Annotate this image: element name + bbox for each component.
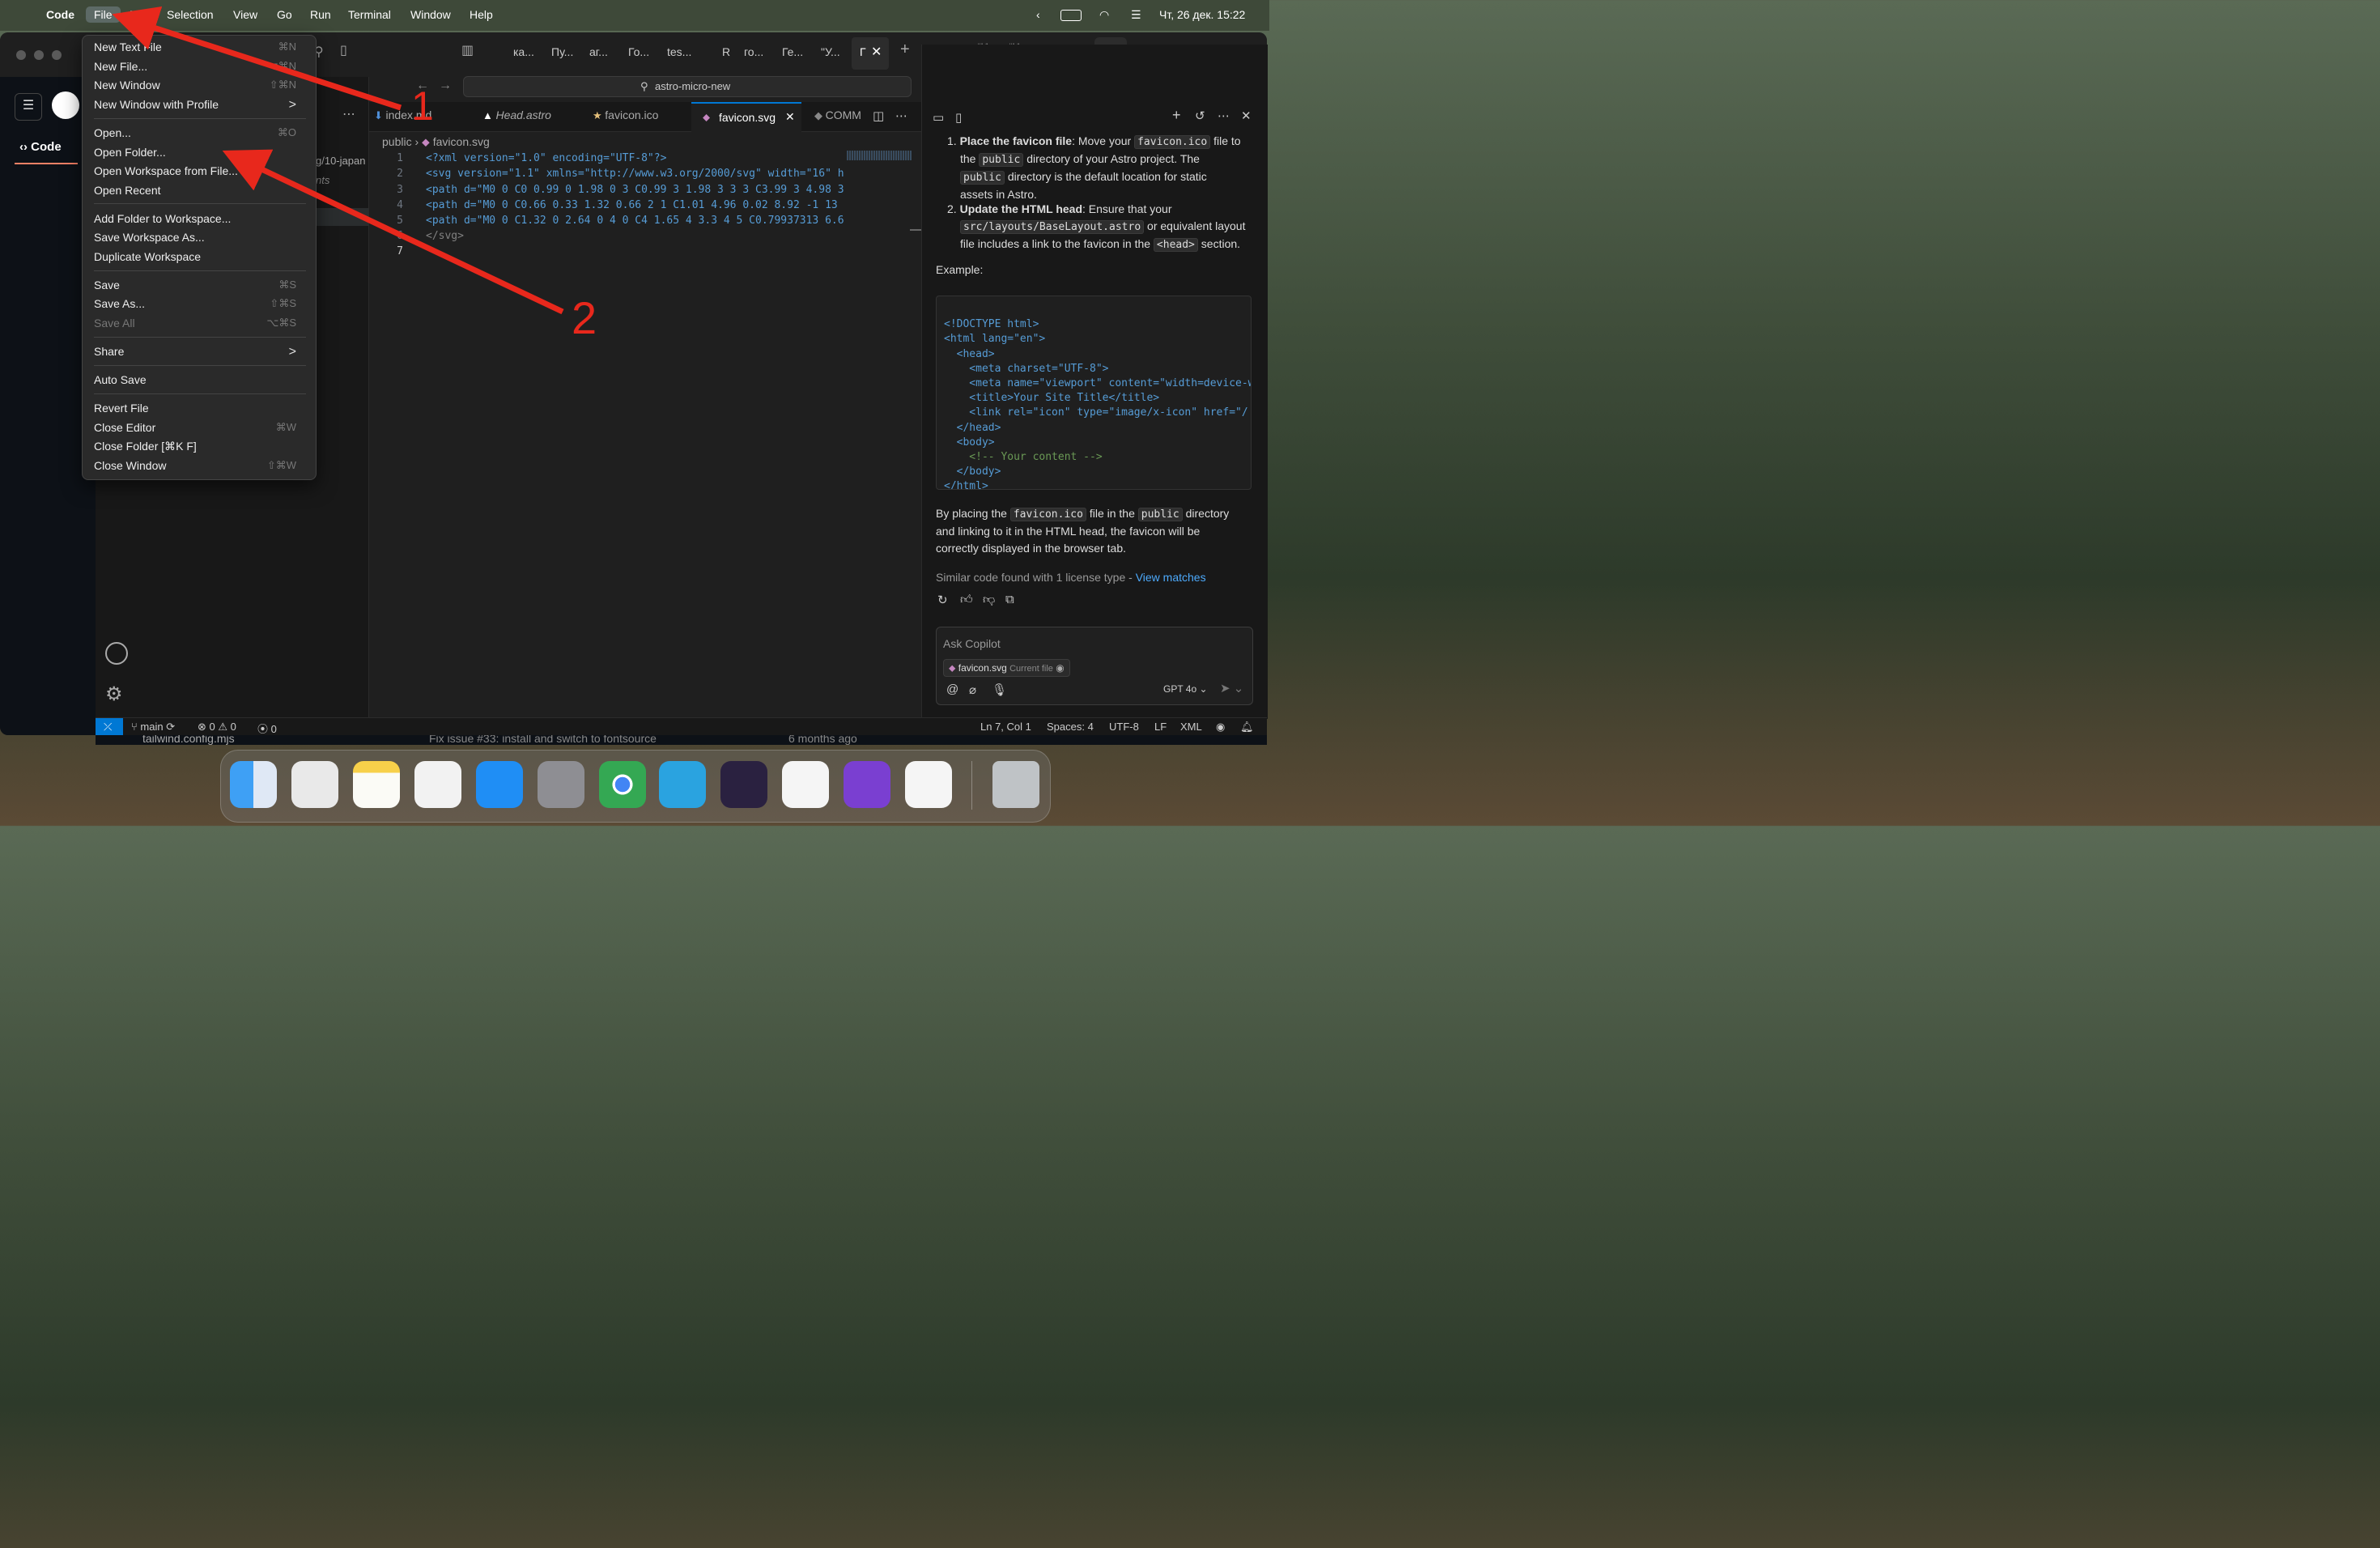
annotation-label-2: 2 [572,292,597,343]
notes-icon[interactable] [353,761,400,808]
chatgpt-icon[interactable] [782,761,829,808]
app-store-icon[interactable] [476,761,523,808]
annotation-overlay [112,6,564,315]
vscode-icon[interactable] [905,761,952,808]
trash-icon[interactable] [992,761,1039,808]
dock-divider [971,761,972,810]
safari-icon[interactable] [414,761,461,808]
annotation-arrow-1 [112,6,402,111]
system-settings-icon[interactable] [538,761,584,808]
telegram-icon[interactable] [659,761,706,808]
finder-icon[interactable] [230,761,277,808]
annotation-label-1: 1 [411,83,434,129]
obsidian-icon[interactable] [720,761,767,808]
github-desktop-icon[interactable] [844,761,890,808]
annotation-arrow-2 [222,149,564,315]
chrome-icon[interactable] [599,761,646,808]
launchpad-icon[interactable] [291,761,338,808]
